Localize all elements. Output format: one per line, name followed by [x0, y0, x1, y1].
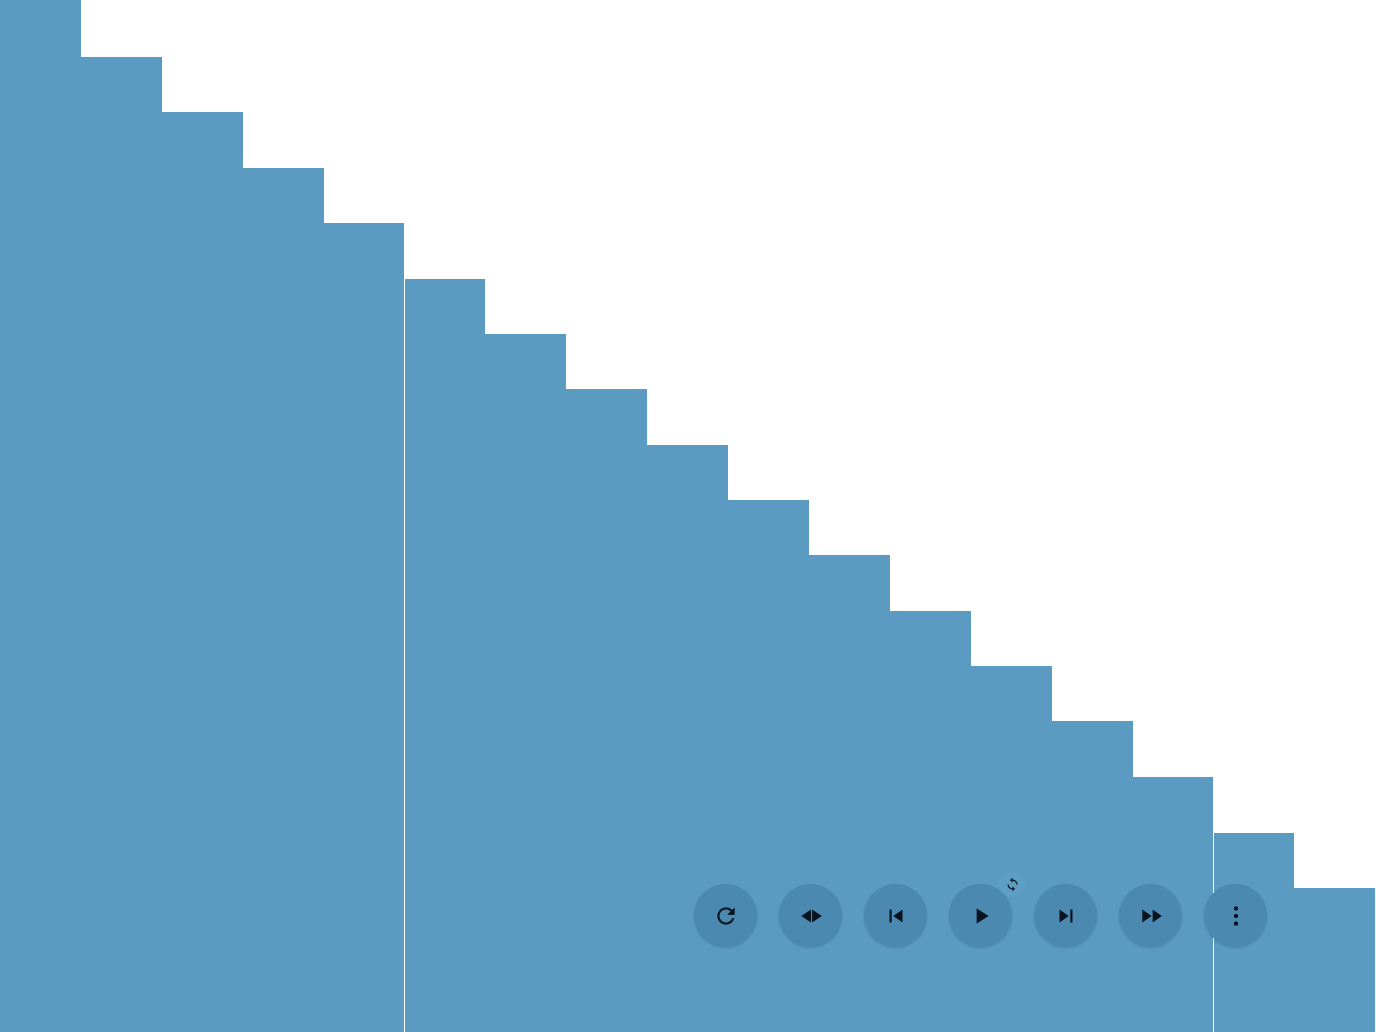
fast-forward-icon [1138, 903, 1164, 929]
bar [162, 112, 243, 1032]
bar-series [0, 0, 1376, 1032]
skip-next-icon [1053, 903, 1079, 929]
algorithm-visualizer-stage: { "viewport": { "width": 1376, "height":… [0, 0, 1376, 1032]
bar [324, 223, 405, 1032]
live-update-badge [999, 871, 1025, 897]
bar [1294, 888, 1375, 1032]
reset-button[interactable] [694, 884, 757, 947]
refresh-icon [1005, 877, 1020, 892]
bar [728, 500, 809, 1032]
step-forward-button[interactable] [1034, 884, 1097, 947]
skip-previous-icon [883, 903, 909, 929]
fast-forward-button[interactable] [1119, 884, 1182, 947]
bar [971, 666, 1052, 1032]
bar [485, 334, 566, 1032]
rewind-button[interactable] [779, 884, 842, 947]
more-button[interactable] [1204, 884, 1267, 947]
play-button[interactable] [949, 884, 1012, 947]
bar [0, 0, 81, 1032]
bar [405, 279, 486, 1032]
bar [890, 611, 971, 1032]
more-vert-icon [1223, 903, 1249, 929]
bar [1052, 721, 1133, 1032]
bar [81, 57, 162, 1032]
fast-rewind-icon [798, 903, 824, 929]
play-icon [968, 903, 994, 929]
redo-icon [713, 903, 739, 929]
chart-viewport [0, 0, 1376, 1032]
playback-controls [694, 884, 1267, 947]
bar [243, 168, 324, 1032]
bar [809, 555, 890, 1032]
bar [566, 389, 647, 1032]
step-back-button[interactable] [864, 884, 927, 947]
